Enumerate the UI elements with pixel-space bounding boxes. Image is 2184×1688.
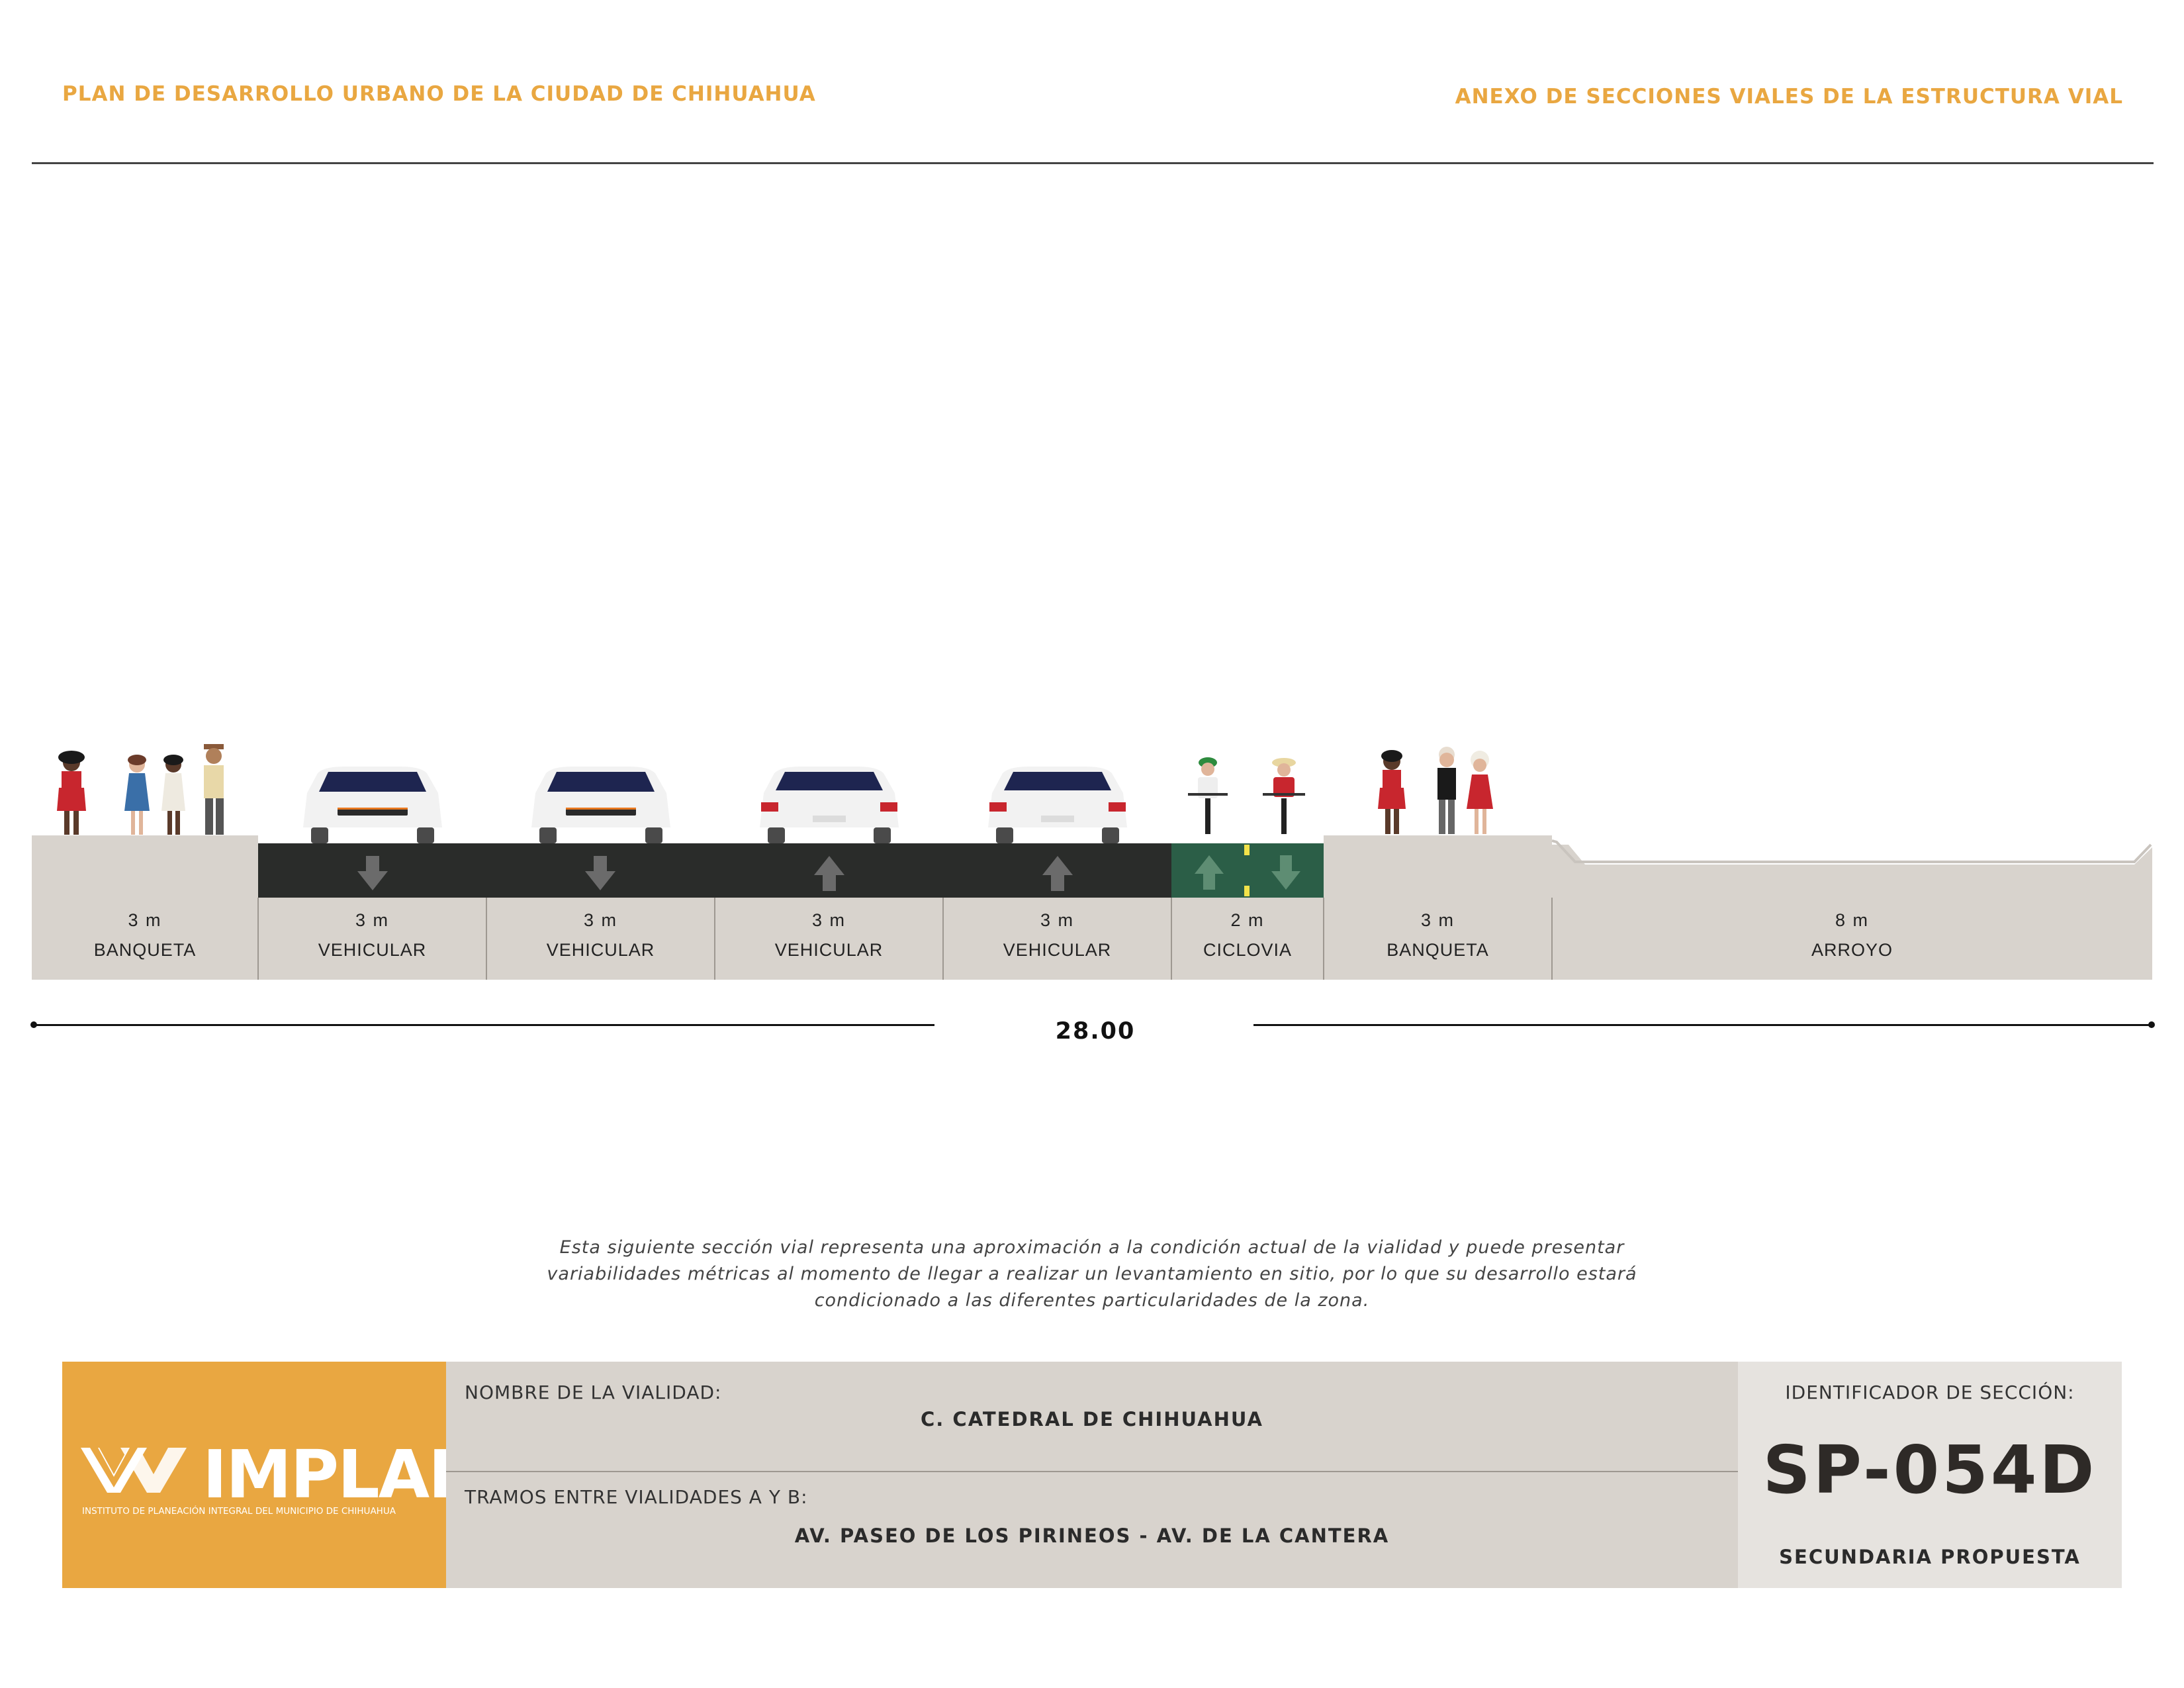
- segment-label-arroyo: 8 m ARROYO: [1552, 910, 2152, 961]
- pedestrian-icon: [1378, 750, 1406, 834]
- logo-wordmark: IMPLAN: [203, 1436, 484, 1513]
- segment-width: 3 m: [355, 910, 389, 930]
- dimension-endpoint: [30, 1021, 37, 1028]
- road-name-label: NOMBRE DE LA VIALIDAD:: [465, 1382, 722, 1403]
- pedestrian-icon: [124, 755, 150, 835]
- section-id-label: IDENTIFICADOR DE SECCIÓN:: [1785, 1382, 2075, 1403]
- segment-label-lane-3: 3 m VEHICULAR: [715, 910, 943, 961]
- segment-label-lane-2: 3 m VEHICULAR: [486, 910, 715, 961]
- pedestrian-icon: [1437, 747, 1456, 834]
- segment-name: VEHICULAR: [546, 940, 655, 960]
- pedestrian-icon: [161, 755, 185, 835]
- pedestrian-icon: [57, 751, 86, 835]
- section-id-panel: IDENTIFICADOR DE SECCIÓN: SP-054D SECUND…: [1738, 1362, 2122, 1588]
- logo-panel: IMPLAN INSTITUTO DE PLANEACIÓN INTEGRAL …: [62, 1362, 484, 1588]
- roadway-asphalt: [258, 843, 1171, 898]
- segment-name: VEHICULAR: [1003, 940, 1112, 960]
- car-front-icon: [303, 767, 442, 843]
- segment-name: BANQUETA: [1387, 940, 1489, 960]
- annex-title: ANEXO DE SECCIONES VIALES DE LA ESTRUCTU…: [1455, 85, 2123, 109]
- segment-range: AV. PASEO DE LOS PIRINEOS - AV. DE LA CA…: [794, 1524, 1390, 1547]
- dimension-line-right: [1253, 1024, 2152, 1026]
- segment-width: 3 m: [1040, 910, 1074, 930]
- segment-label-sidewalk-left: 3 m BANQUETA: [32, 910, 258, 961]
- total-width: 28.00: [1055, 1018, 1136, 1045]
- segment-width: 3 m: [128, 910, 162, 930]
- segment-width: 3 m: [811, 910, 846, 930]
- info-block: IMPLAN INSTITUTO DE PLANEACIÓN INTEGRAL …: [62, 1362, 2122, 1588]
- car-front-icon: [531, 767, 670, 843]
- section-type: SECUNDARIA PROPUESTA: [1779, 1546, 2081, 1568]
- segment-width: 3 m: [583, 910, 617, 930]
- segment-width: 3 m: [1420, 910, 1455, 930]
- road-info-panel: NOMBRE DE LA VIALIDAD: C. CATEDRAL DE CH…: [446, 1362, 1738, 1588]
- segment-name: VEHICULAR: [318, 940, 427, 960]
- segment-width: 8 m: [1835, 910, 1869, 930]
- dimension-endpoint: [2148, 1021, 2155, 1028]
- segment-name: CICLOVIA: [1203, 940, 1293, 960]
- pedestrian-icon: [204, 744, 224, 835]
- segment-label-bike-lane: 2 m CICLOVIA: [1171, 910, 1324, 961]
- header-divider: [32, 162, 2154, 164]
- segment-name: BANQUETA: [93, 940, 197, 960]
- disclaimer-text: Esta siguiente sección vial representa u…: [547, 1237, 1637, 1311]
- segment-name: ARROYO: [1811, 940, 1893, 960]
- pedestrian-icon: [1467, 751, 1493, 834]
- segment-label-sidewalk-right: 3 m BANQUETA: [1324, 910, 1552, 961]
- car-rear-icon: [988, 767, 1127, 843]
- panel-divider: [446, 1471, 1738, 1472]
- dimension-line-left: [33, 1024, 934, 1026]
- cyclist-icon: [1188, 757, 1228, 834]
- segment-label-lane-1: 3 m VEHICULAR: [258, 910, 486, 961]
- logo-subtitle: INSTITUTO DE PLANEACIÓN INTEGRAL DEL MUN…: [82, 1506, 396, 1517]
- document-title: PLAN DE DESARROLLO URBANO DE LA CIUDAD D…: [62, 82, 816, 106]
- segment-width: 2 m: [1230, 910, 1265, 930]
- segment-name: VEHICULAR: [774, 940, 884, 960]
- road-name: C. CATEDRAL DE CHIHUAHUA: [921, 1408, 1263, 1430]
- cyclist-icon: [1263, 758, 1305, 834]
- segment-range-label: TRAMOS ENTRE VIALIDADES A Y B:: [465, 1486, 808, 1508]
- segment-label-lane-4: 3 m VEHICULAR: [943, 910, 1171, 961]
- car-rear-icon: [760, 767, 899, 843]
- implan-logo-icon: [81, 1448, 187, 1493]
- section-id: SP-054D: [1762, 1431, 2097, 1509]
